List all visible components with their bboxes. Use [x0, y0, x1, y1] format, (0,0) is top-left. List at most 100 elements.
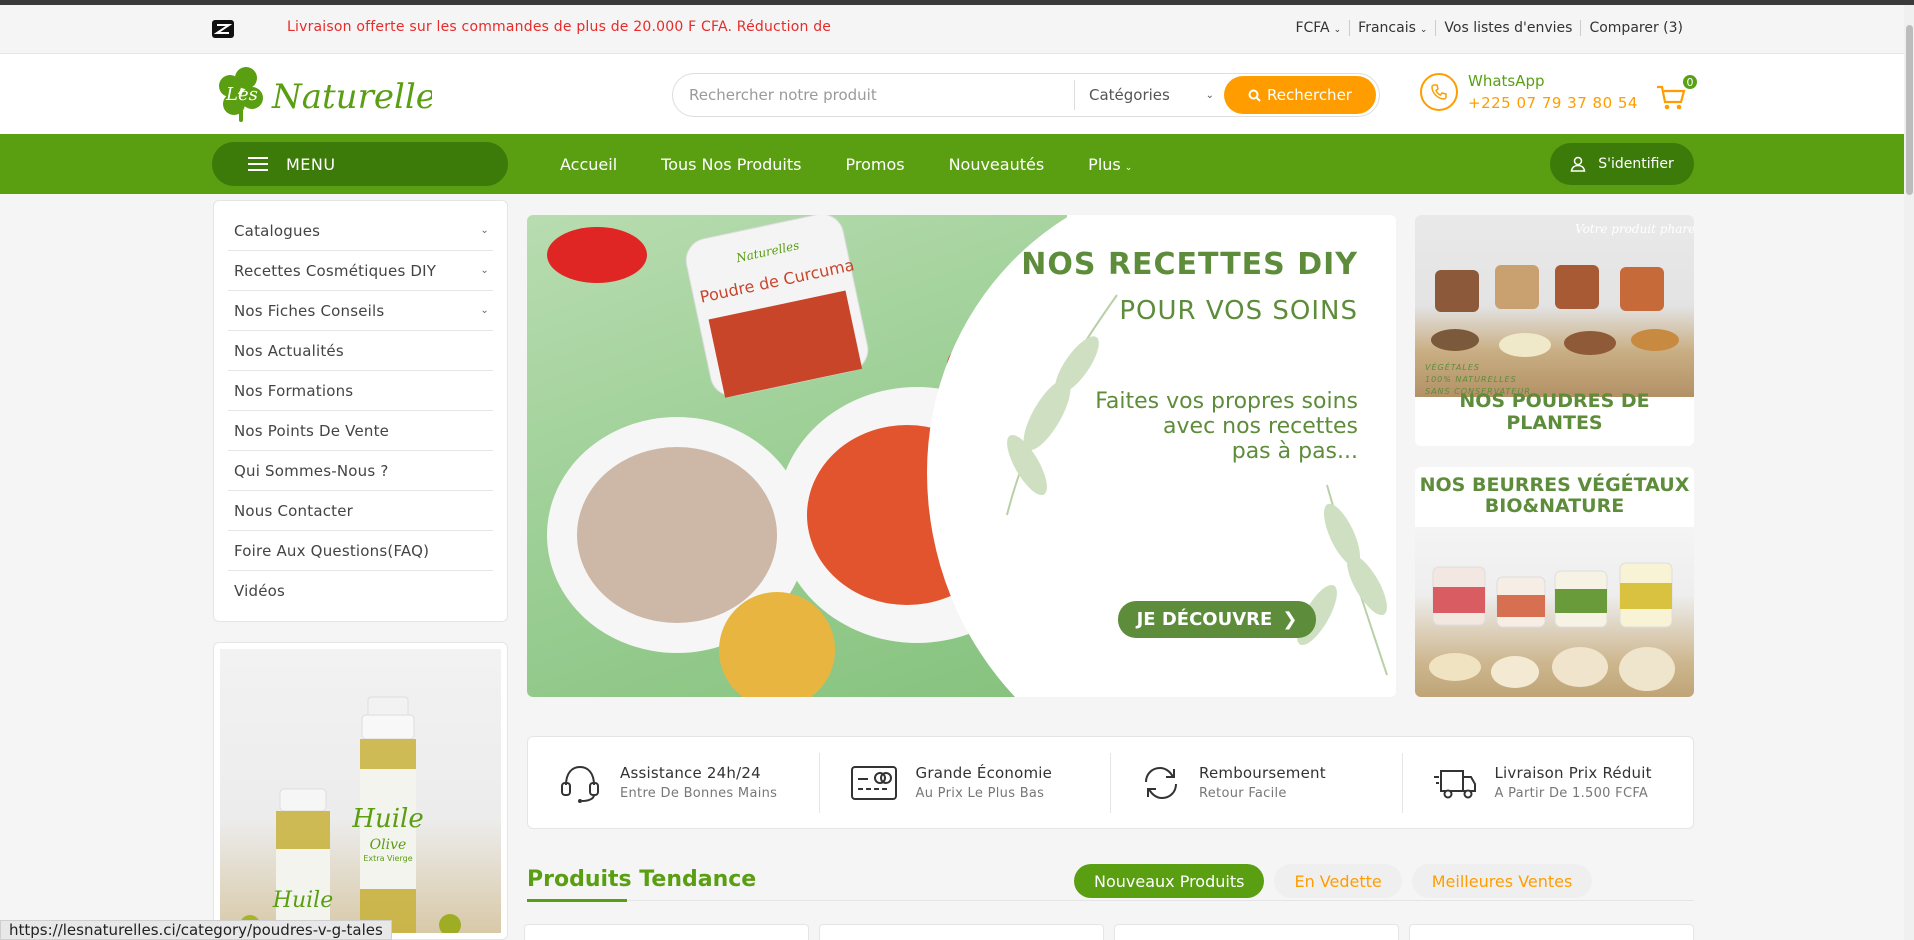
- main-navbar: MENU Accueil Tous Nos Produits Promos No…: [0, 134, 1914, 194]
- divider: [1349, 20, 1351, 36]
- hamburger-icon: [248, 157, 268, 171]
- wishlist-link[interactable]: Vos listes d'envies: [1444, 20, 1572, 36]
- search-bar: Catégories ⌄ Rechercher: [672, 73, 1380, 117]
- les-naturelles-logo[interactable]: Les Naturelles: [212, 64, 432, 126]
- cart-icon: [1657, 85, 1686, 110]
- hero-title: NOS RECETTES DIY: [1021, 247, 1358, 282]
- product-card[interactable]: [819, 924, 1104, 940]
- divider: [1435, 20, 1437, 36]
- nav-more[interactable]: Plus ⌄: [1088, 155, 1132, 174]
- feature-remboursement: Remboursement Retour Facile: [1111, 752, 1403, 813]
- scrollbar-thumb[interactable]: [1906, 25, 1913, 195]
- chevron-right-icon: ❯: [1282, 609, 1298, 630]
- sidebar-item-fiches[interactable]: Nos Fiches Conseils ⌄: [228, 291, 493, 331]
- truck-icon: [1433, 769, 1476, 798]
- feature-title: Remboursement: [1199, 764, 1326, 782]
- category-sidebar: Catalogues ⌄ Recettes Cosmétiques DIY ⌄ No…: [213, 200, 508, 622]
- hero-description: Faites vos propres soins avec nos recett…: [1095, 389, 1358, 464]
- svg-text:Huile: Huile: [272, 888, 333, 913]
- search-button[interactable]: Rechercher: [1224, 76, 1376, 114]
- hero-subtitle: POUR VOS SOINS: [1119, 296, 1358, 326]
- feature-strip: Assistance 24h/24 Entre De Bonnes Mains …: [527, 736, 1694, 829]
- feature-economie: Grande Économie Au Prix Le Plus Bas: [820, 752, 1111, 813]
- top-bar: Livraison offerte sur les commandes de p…: [0, 5, 1914, 54]
- sidebar-item-label: Foire Aux Questions(FAQ): [234, 541, 430, 560]
- search-input[interactable]: [673, 75, 1074, 115]
- promo-card-poudres[interactable]: Votre produit phare VÉGÉTALES 100% NATUR…: [1415, 215, 1694, 446]
- categories-menu-button[interactable]: MENU: [212, 142, 508, 186]
- nav-all-products[interactable]: Tous Nos Produits: [661, 155, 801, 174]
- tab-meilleures-ventes[interactable]: Meilleures Ventes: [1411, 864, 1593, 898]
- compare-link[interactable]: Comparer (3): [1589, 20, 1683, 36]
- tab-nouveaux-produits[interactable]: Nouveaux Produits: [1074, 864, 1265, 898]
- sidebar-item-contact[interactable]: Nous Contacter: [228, 491, 493, 531]
- language-selector[interactable]: Francais ⌄: [1358, 20, 1427, 36]
- feature-assistance: Assistance 24h/24 Entre De Bonnes Mains: [528, 752, 820, 813]
- section-divider: [527, 899, 1694, 902]
- top-utility-links: FCFA ⌄ Francais ⌄ Vos listes d'envies Comp…: [1295, 20, 1683, 36]
- promo-ticker[interactable]: Livraison offerte sur les commandes de p…: [287, 19, 831, 35]
- user-icon: [1570, 156, 1586, 172]
- nav-new[interactable]: Nouveautés: [949, 155, 1045, 174]
- olive-oil-image: Huile Olive Extra Vierge Huile: [220, 649, 501, 933]
- language-label: Francais: [1358, 20, 1416, 36]
- feature-text: Grande Économie Au Prix Le Plus Bas: [916, 764, 1053, 801]
- section-accent: [527, 899, 627, 902]
- product-card[interactable]: [524, 924, 809, 940]
- sidebar-item-catalogues[interactable]: Catalogues ⌄: [228, 211, 493, 251]
- hero-cta-button[interactable]: JE DÉCOUVRE ❯: [1118, 601, 1316, 638]
- sidebar-item-formations[interactable]: Nos Formations: [228, 371, 493, 411]
- svg-text:Naturelles: Naturelles: [271, 77, 432, 117]
- login-button[interactable]: S'identifier: [1550, 143, 1694, 185]
- category-select[interactable]: Catégories ⌄: [1074, 80, 1224, 110]
- sidebar-item-label: Nous Contacter: [234, 501, 354, 520]
- sidebar-item-label: Catalogues: [234, 221, 321, 240]
- divider: [1580, 20, 1582, 36]
- sidebar-item-recettes[interactable]: Recettes Cosmétiques DIY ⌄: [228, 251, 493, 291]
- olive-oil-bottles-illustration: Huile Olive Extra Vierge Huile: [240, 696, 461, 933]
- olive-oil-banner[interactable]: Huile Olive Extra Vierge Huile: [213, 642, 508, 940]
- sidebar-item-videos[interactable]: Vidéos: [228, 571, 493, 611]
- product-card[interactable]: [1114, 924, 1399, 940]
- currency-label: FCFA: [1295, 20, 1330, 36]
- product-card[interactable]: [1409, 924, 1694, 940]
- sidebar-item-label: Nos Formations: [234, 381, 354, 400]
- category-select-label: Catégories: [1089, 86, 1170, 104]
- nav-promos[interactable]: Promos: [845, 155, 904, 174]
- page-scrollbar[interactable]: [1904, 5, 1914, 940]
- feature-subtitle: Entre De Bonnes Mains: [620, 786, 778, 801]
- feature-subtitle: Retour Facile: [1199, 786, 1287, 801]
- sidebar-item-label: Nos Fiches Conseils: [234, 301, 385, 320]
- tab-en-vedette[interactable]: En Vedette: [1274, 864, 1402, 898]
- whatsapp-label: WhatsApp: [1468, 72, 1545, 90]
- nav-home[interactable]: Accueil: [560, 155, 617, 174]
- sidebar-item-qui-sommes-nous[interactable]: Qui Sommes-Nous ?: [228, 451, 493, 491]
- sidebar-item-actualites[interactable]: Nos Actualités: [228, 331, 493, 371]
- svg-text:Les: Les: [225, 84, 258, 105]
- chevron-down-icon: ⌄: [1419, 25, 1428, 35]
- chevron-down-icon: ⌄: [480, 305, 489, 316]
- phone-icon: [1420, 73, 1458, 111]
- sidebar-item-faq[interactable]: Foire Aux Questions(FAQ): [228, 531, 493, 571]
- currency-selector[interactable]: FCFA ⌄: [1295, 20, 1341, 36]
- search-icon: [1248, 89, 1261, 102]
- cart-button[interactable]: 0: [1656, 74, 1698, 114]
- sidebar-item-label: Qui Sommes-Nous ?: [234, 461, 389, 480]
- chevron-down-icon: ⌄: [1333, 25, 1342, 35]
- svg-text:Huile: Huile: [351, 804, 423, 834]
- beurres-photo: [1415, 527, 1694, 697]
- hero-banner-diy[interactable]: Poudre de Curcuma Naturelles NOS RECETTE…: [527, 215, 1396, 697]
- sidebar-item-points-de-vente[interactable]: Nos Points De Vente: [228, 411, 493, 451]
- promo-card-title: NOS POUDRES DE PLANTES: [1459, 390, 1650, 434]
- site-mini-logo-icon[interactable]: [212, 20, 234, 38]
- promo-card-beurres[interactable]: NOS BEURRES VÉGÉTAUX BIO&NATURE: [1415, 467, 1694, 697]
- feature-livraison: Livraison Prix Réduit A Partir De 1.500 …: [1403, 753, 1694, 813]
- headset-icon: [561, 765, 599, 803]
- nav-more-label: Plus: [1088, 154, 1121, 174]
- feature-subtitle: Au Prix Le Plus Bas: [915, 786, 1045, 801]
- browser-status-url: https://lesnaturelles.ci/category/poudre…: [0, 920, 392, 940]
- phone-number[interactable]: +225 07 79 37 80 54: [1468, 94, 1638, 112]
- whatsapp-contact[interactable]: WhatsApp +225 07 79 37 80 54: [1420, 72, 1638, 112]
- promo-card-title: NOS BEURRES VÉGÉTAUX BIO&NATURE: [1419, 474, 1690, 517]
- nav-links: Accueil Tous Nos Produits Promos Nouveau…: [560, 134, 1132, 194]
